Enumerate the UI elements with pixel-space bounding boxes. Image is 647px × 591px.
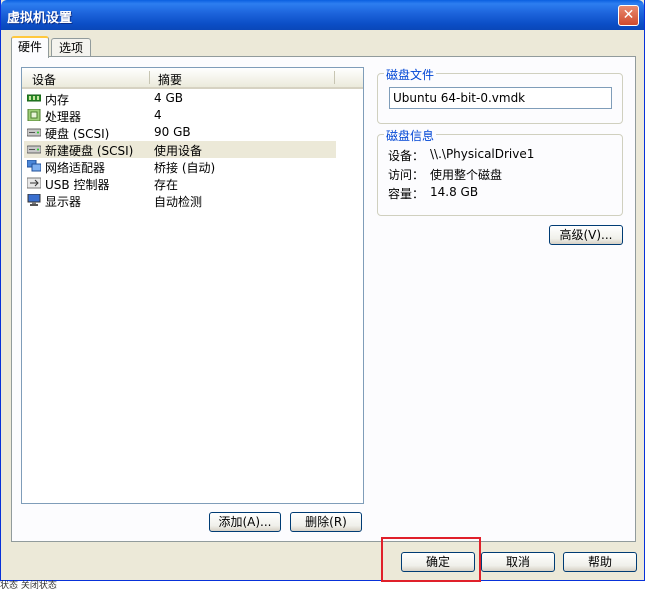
list-header: 设备 摘要 [22,68,363,89]
device-row-display[interactable]: 显示器 自动检测 [24,192,336,209]
column-divider [149,71,150,84]
disk-info-title: 磁盘信息 [384,127,437,144]
remove-device-button[interactable]: 删除(R) [290,512,362,532]
advanced-button[interactable]: 高级(V)... [549,225,623,245]
device-name: 内存 [45,93,70,107]
device-summary: 存在 [154,178,179,192]
device-summary: 桥接 (自动) [154,161,216,175]
device-name: USB 控制器 [45,178,110,192]
tab-options[interactable]: 选项 [51,38,91,58]
device-summary: 自动检测 [154,195,203,209]
cancel-button[interactable]: 取消 [481,552,555,572]
tab-hardware[interactable]: 硬件 [11,36,49,58]
access-label: 访问： [388,168,425,182]
add-device-button[interactable]: 添加(A)... [209,512,281,532]
ok-button-highlight [381,537,481,582]
device-row-processor[interactable]: 处理器 4 [24,107,336,124]
close-icon: ✕ [622,7,635,23]
device-name: 硬盘 (SCSI) [45,127,110,141]
disk-file-title: 磁盘文件 [384,66,437,83]
network-adapter-icon [27,160,41,172]
capacity-label: 容量： [388,187,425,201]
device-summary: 4 GB [154,91,183,105]
device-name: 网络适配器 [45,161,106,175]
usb-icon [27,177,41,189]
close-button[interactable]: ✕ [618,5,639,26]
device-row-usb-controller[interactable]: USB 控制器 存在 [24,175,336,192]
title-bar[interactable]: 虚拟机设置 ✕ [1,0,644,30]
disk-info-group: 磁盘信息 设备： \\.\PhysicalDrive1 访问： 使用整个磁盘 容… [377,127,623,216]
device-summary: 使用设备 [154,144,203,158]
window-title: 虚拟机设置 [7,11,73,26]
device-list[interactable]: 设备 摘要 内存 4 GB 处理器 4 硬盘 (SCSI) 90 GB 新建硬盘… [21,67,364,504]
help-button[interactable]: 帮助 [563,552,637,572]
device-label: 设备： [388,149,425,163]
processor-icon [27,109,41,121]
device-name: 处理器 [45,110,82,124]
device-name: 显示器 [45,195,82,209]
vm-settings-window: 虚拟机设置 ✕ 硬件 选项 设备 摘要 内存 4 GB 处理器 4 硬盘 (SC… [0,0,645,581]
device-row-memory[interactable]: 内存 4 GB [24,90,336,107]
device-summary: 90 GB [154,125,191,139]
device-row-network-adapter[interactable]: 网络适配器 桥接 (自动) [24,158,336,175]
column-device[interactable]: 设备 [32,71,56,88]
monitor-icon [27,194,41,206]
device-row-new-hard-disk[interactable]: 新建硬盘 (SCSI) 使用设备 [24,141,336,158]
disk-file-group: 磁盘文件 Ubuntu 64-bit-0.vmdk [377,66,623,124]
column-divider [334,71,335,84]
device-value: \\.\PhysicalDrive1 [430,147,535,161]
hard-disk-icon [27,145,41,154]
access-value: 使用整个磁盘 [430,168,503,182]
memory-icon [27,94,41,102]
disk-file-field[interactable]: Ubuntu 64-bit-0.vmdk [389,87,612,109]
device-summary: 4 [154,108,162,122]
device-row-hard-disk[interactable]: 硬盘 (SCSI) 90 GB [24,124,336,141]
column-summary[interactable]: 摘要 [158,71,182,88]
hard-disk-icon [27,128,41,137]
capacity-value: 14.8 GB [430,185,479,199]
device-name: 新建硬盘 (SCSI) [45,144,134,158]
